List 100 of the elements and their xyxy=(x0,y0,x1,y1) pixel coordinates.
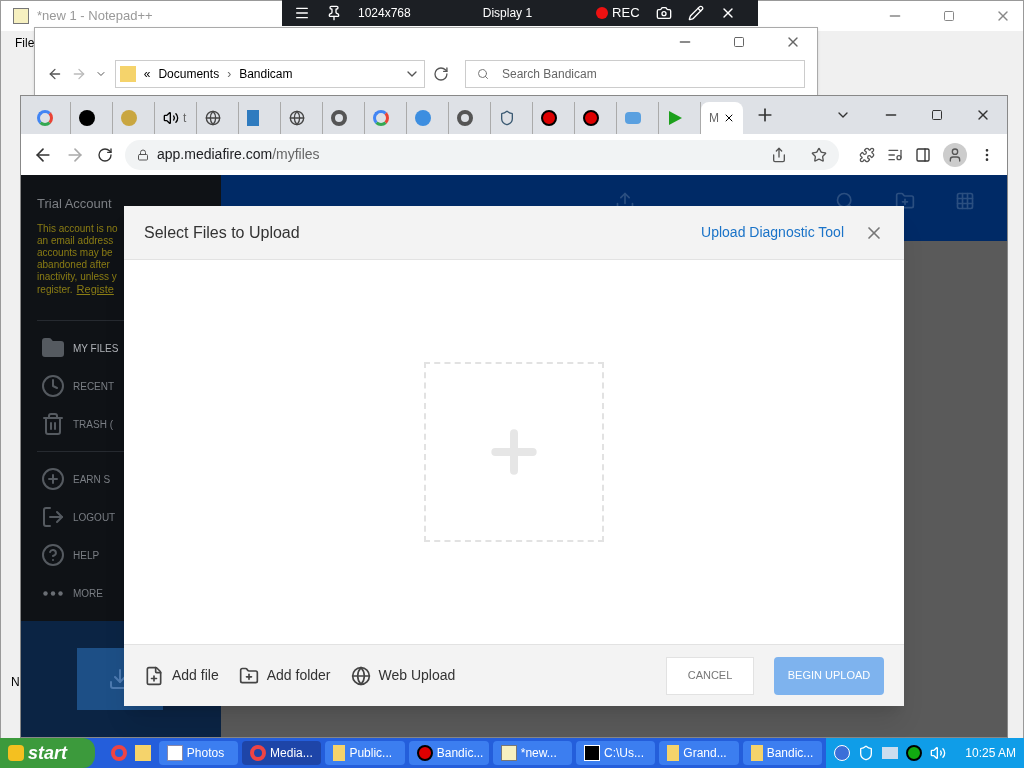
taskbar-button[interactable]: Bandic... xyxy=(408,741,489,765)
camera-icon[interactable] xyxy=(655,5,672,21)
address-bar[interactable]: app.mediafire.com/myfiles xyxy=(125,139,839,170)
sidebar-item[interactable]: LOGOUT xyxy=(21,498,125,536)
breadcrumb-item[interactable]: Bandicam xyxy=(239,65,293,83)
g-icon xyxy=(373,110,389,126)
upload-source-button[interactable]: Add file xyxy=(144,665,219,686)
notepad-icon xyxy=(13,8,29,24)
register-link[interactable]: Registe xyxy=(76,283,114,295)
taskbar-button[interactable]: C:\Us... xyxy=(576,741,656,765)
sidebar-item[interactable]: MORE xyxy=(21,574,125,612)
record-button[interactable]: REC xyxy=(596,3,640,23)
reload-icon[interactable] xyxy=(97,146,113,163)
taskbar-button[interactable]: Bandic... xyxy=(742,741,822,765)
play-icon xyxy=(667,110,683,126)
taskbar-button[interactable]: Public... xyxy=(325,741,405,765)
windows-flag-icon xyxy=(8,745,24,761)
tab-title: M xyxy=(709,110,719,127)
file-plus-icon xyxy=(144,665,164,686)
more-icon xyxy=(43,590,63,596)
profile-avatar[interactable] xyxy=(943,142,967,167)
folder-plus-icon[interactable] xyxy=(895,191,915,211)
sidebar-item[interactable]: HELP xyxy=(21,536,125,574)
sidebar-item[interactable]: RECENT xyxy=(21,367,125,405)
breadcrumb-item[interactable]: Documents xyxy=(158,65,220,83)
notepad-icon xyxy=(500,745,517,761)
globe-icon xyxy=(289,110,305,126)
side-panel-icon[interactable] xyxy=(915,146,931,163)
browser-tab[interactable]: M xyxy=(701,102,743,134)
folder-icon xyxy=(119,66,136,82)
g-icon xyxy=(37,110,53,126)
help-icon xyxy=(41,543,65,567)
leaf-icon xyxy=(121,110,137,126)
cloud-icon xyxy=(625,112,641,124)
upload-source-button[interactable]: Add folder xyxy=(238,665,331,686)
trash-icon xyxy=(41,412,65,436)
folder-icon xyxy=(667,745,680,761)
extensions-icon[interactable] xyxy=(859,146,875,163)
maximize-icon[interactable] xyxy=(931,109,943,121)
dialog-title: Select Files to Upload xyxy=(144,222,300,243)
speaker-icon xyxy=(163,110,179,126)
status-icon[interactable] xyxy=(906,745,922,761)
clock-text: 10:25 AM xyxy=(965,745,1016,762)
sidebar-item[interactable]: MY FILES xyxy=(21,329,125,367)
taskbar-button[interactable]: Media... xyxy=(242,741,322,765)
taskbar-button[interactable]: Grand... xyxy=(659,741,739,765)
window-title: *new 1 - Notepad++ xyxy=(37,7,153,26)
expand-icon[interactable] xyxy=(834,745,850,761)
folder-icon xyxy=(750,745,763,761)
back-icon[interactable] xyxy=(47,66,63,82)
taskbar-button[interactable]: Photos xyxy=(158,741,239,765)
record-icon xyxy=(583,110,599,126)
upload-source-button[interactable]: Web Upload xyxy=(350,665,456,686)
taskbar-button[interactable]: *new... xyxy=(492,741,573,765)
account-notice-line: accounts may be xyxy=(37,247,113,259)
picture-icon xyxy=(166,745,183,761)
address-bar[interactable]: « Documents › Bandicam xyxy=(114,60,426,88)
record-icon xyxy=(416,745,433,761)
pencil-icon[interactable] xyxy=(687,5,704,21)
account-notice-line: This account is no xyxy=(37,223,118,235)
close-icon[interactable] xyxy=(723,112,735,124)
display-text: Display 1 xyxy=(482,5,533,22)
shield-icon xyxy=(499,110,515,126)
diagnostic-link[interactable]: Upload Diagnostic Tool xyxy=(701,222,844,243)
globe-icon xyxy=(205,110,221,126)
account-notice-line: abandoned after xyxy=(37,259,110,271)
account-notice-line: an email address xyxy=(37,235,114,247)
document-icon xyxy=(247,110,259,126)
overflow-icon[interactable]: « xyxy=(143,65,151,83)
record-icon xyxy=(596,7,609,19)
bookmark-icon[interactable] xyxy=(811,146,827,163)
tab-title: t xyxy=(183,110,187,127)
plus-circle-icon xyxy=(41,467,65,491)
resolution-text: 1024x768 xyxy=(358,5,411,22)
refresh-icon[interactable] xyxy=(433,66,449,82)
search-field[interactable]: Search Bandicam xyxy=(465,60,805,88)
pin-icon[interactable] xyxy=(326,5,342,21)
sidebar-item[interactable]: EARN S xyxy=(21,460,125,498)
logout-icon xyxy=(41,505,65,529)
folder-icon xyxy=(333,745,346,761)
account-title: Trial Account xyxy=(37,196,112,211)
separator-icon: › xyxy=(227,65,232,83)
menu-item[interactable]: File xyxy=(15,34,35,52)
record-icon xyxy=(541,110,557,126)
sidebar-item[interactable]: TRASH ( xyxy=(21,405,125,443)
globe-icon xyxy=(350,665,371,686)
search-icon xyxy=(477,68,489,80)
folder-icon xyxy=(41,336,65,360)
shield-icon[interactable] xyxy=(858,745,874,761)
maximize-icon[interactable] xyxy=(733,36,745,48)
folder-icon[interactable] xyxy=(134,745,151,761)
folder-plus-icon xyxy=(238,665,259,686)
cancel-button[interactable]: CANCEL xyxy=(666,656,754,695)
lock-icon xyxy=(137,148,149,161)
menu-icon[interactable] xyxy=(294,5,310,21)
clock-icon xyxy=(41,374,65,398)
account-notice-line: inactivity, unless y xyxy=(37,271,117,283)
start-button[interactable]: start xyxy=(0,738,96,768)
volume-icon[interactable] xyxy=(930,745,946,761)
share-icon[interactable] xyxy=(771,146,787,163)
